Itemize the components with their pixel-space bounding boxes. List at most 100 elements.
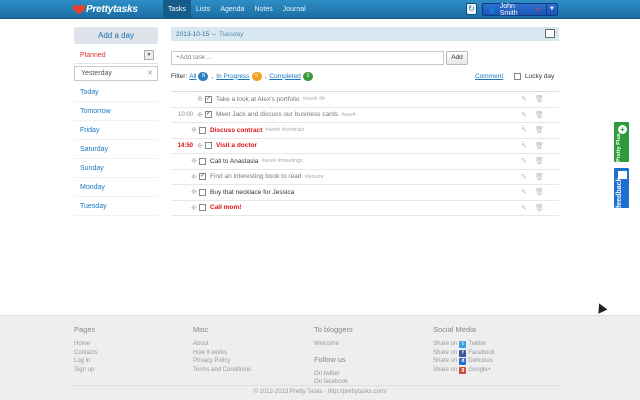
trash-icon[interactable]: 🗑	[535, 157, 544, 165]
nav-tab-lists[interactable]: Lists	[191, 0, 215, 19]
feedback-widget[interactable]: feedback	[613, 167, 630, 209]
print-icon[interactable]	[545, 29, 555, 38]
drag-handle-icon[interactable]: ✥	[191, 126, 197, 134]
task-checkbox[interactable]	[205, 142, 212, 150]
footer-link-sign-up[interactable]: Sign up	[74, 366, 98, 375]
filter-label: Filter:	[171, 72, 188, 80]
trash-icon[interactable]: 🗑	[535, 95, 544, 103]
task-text[interactable]: Take a look at Alex's portfolio	[216, 96, 300, 103]
task-text[interactable]: Discuss contract	[210, 127, 262, 134]
pretty-plus-widget[interactable]: + Pretty Plus	[613, 121, 630, 163]
drag-handle-icon[interactable]: ✥	[197, 142, 203, 150]
sidebar-day-tomorrow[interactable]: Tomorrow	[74, 102, 158, 121]
task-text[interactable]: Call to Anastasia	[210, 158, 258, 165]
filter-bar: Filter: All 8, In Progress 5, Completed 3 Comm…	[171, 70, 559, 82]
share-link-google[interactable]: Share on g Google+	[433, 366, 495, 375]
expand-toggle[interactable]: ▼	[144, 50, 154, 60]
pencil-icon[interactable]: ✎	[521, 173, 527, 181]
sidebar-day-sunday[interactable]: Sunday	[74, 159, 158, 178]
pencil-icon[interactable]: ✎	[521, 188, 527, 196]
task-text[interactable]: Find an interesting book to read	[210, 173, 301, 180]
task-tags[interactable]: #work #contract	[265, 127, 304, 133]
user-icon: 👤	[488, 6, 497, 14]
footer-link-welcome[interactable]: Welcome	[314, 340, 353, 349]
footer-link-terms-and-conditions[interactable]: Terms and Conditions	[193, 366, 251, 375]
sidebar-day-tuesday[interactable]: Tuesday	[74, 197, 158, 216]
chevron-down-icon[interactable]: ▼	[546, 4, 557, 15]
share-link-facebook[interactable]: Share on f Facebook	[433, 349, 495, 358]
add-day-button[interactable]: Add a day	[74, 27, 158, 44]
drag-handle-icon[interactable]: ✥	[191, 173, 197, 181]
trash-icon[interactable]: 🗑	[535, 142, 544, 150]
task-checkbox[interactable]	[199, 204, 206, 212]
footer-link-how-it-works[interactable]: How it works	[193, 349, 251, 358]
drag-handle-icon[interactable]: ✥	[197, 95, 203, 103]
add-task-input[interactable]: +Add task ...	[171, 51, 444, 65]
share-link-twitter[interactable]: Share on t Twitter	[433, 340, 495, 349]
task-text[interactable]: Call mom!	[210, 204, 241, 211]
trash-icon[interactable]: 🗑	[535, 111, 544, 119]
task-text[interactable]: Buy that necklace for Jessica	[210, 189, 294, 196]
refresh-button[interactable]: ↻	[466, 3, 477, 15]
drag-handle-icon[interactable]: ✥	[191, 204, 197, 212]
pencil-icon[interactable]: ✎	[521, 111, 527, 119]
filter-in-progress[interactable]: In Progress	[216, 73, 249, 80]
task-text[interactable]: Meet Jack and discuss our business cards	[216, 111, 338, 118]
task-checkbox[interactable]: ✓	[199, 173, 206, 181]
footer: Pages Home Contacts Log in Sign up Misc Abo…	[0, 315, 640, 400]
trash-icon[interactable]: 🗑	[535, 173, 544, 181]
task-checkbox[interactable]: ✓	[205, 95, 212, 103]
drag-handle-icon[interactable]: ✥	[191, 157, 197, 165]
add-task-button[interactable]: Add	[446, 51, 468, 65]
task-checkbox[interactable]	[199, 188, 206, 196]
share-prefix: Share on	[433, 358, 458, 365]
delicious-icon: d	[459, 358, 467, 366]
pencil-icon[interactable]: ✎	[521, 126, 527, 134]
trash-icon[interactable]: 🗑	[535, 204, 544, 212]
task-tags[interactable]: #leisure	[304, 174, 323, 180]
day-selector-input[interactable]: Yesterday ✕	[74, 66, 158, 81]
task-checkbox[interactable]	[199, 126, 206, 134]
pencil-icon[interactable]: ✎	[521, 142, 527, 150]
nav-tab-notes[interactable]: Notes	[249, 0, 277, 19]
heart-icon	[74, 5, 84, 15]
lucky-day-checkbox[interactable]	[514, 72, 521, 80]
task-row: ✥ ✓ Find an interesting book to read #leisu…	[171, 170, 559, 185]
task-tags[interactable]: #work #tr	[303, 96, 326, 102]
lucky-day-toggle[interactable]: Lucky day	[514, 72, 554, 80]
sidebar-day-friday[interactable]: Friday	[74, 121, 158, 140]
pencil-icon[interactable]: ✎	[521, 157, 527, 165]
logo[interactable]: Prettytasks	[74, 3, 138, 16]
comment-link[interactable]: Comment	[475, 73, 503, 80]
drag-handle-icon[interactable]: ✥	[191, 188, 197, 196]
pencil-icon[interactable]: ✎	[521, 95, 527, 103]
task-tags[interactable]: #work	[341, 112, 356, 118]
footer-link-on-twitter[interactable]: On twitter	[314, 370, 353, 379]
user-menu-button[interactable]: 👤 John Smith ➚ ▼	[482, 3, 558, 17]
task-tags[interactable]: #work #meetings	[261, 158, 303, 164]
nav-tab-agenda[interactable]: Agenda	[215, 0, 249, 19]
share-link-delicious[interactable]: Share on d Delicious	[433, 357, 495, 366]
footer-link-home[interactable]: Home	[74, 340, 98, 349]
nav-tab-journal[interactable]: Journal	[278, 0, 311, 19]
task-text[interactable]: Visit a doctor	[216, 142, 257, 149]
filter-all[interactable]: All	[189, 73, 196, 80]
footer-link-about[interactable]: About	[193, 340, 251, 349]
footer-link-log-in[interactable]: Log in	[74, 357, 98, 366]
sidebar-day-saturday[interactable]: Saturday	[74, 140, 158, 159]
close-icon[interactable]: ✕	[147, 67, 153, 80]
nav-tab-tasks[interactable]: Tasks	[163, 0, 191, 19]
planned-item[interactable]: Planned ▼	[74, 47, 158, 64]
footer-link-contacts[interactable]: Contacts	[74, 349, 98, 358]
task-checkbox[interactable]	[199, 157, 206, 165]
task-checkbox[interactable]: ✓	[205, 111, 212, 119]
filter-completed[interactable]: Completed	[269, 73, 300, 80]
separator: ,	[264, 72, 267, 80]
drag-handle-icon[interactable]: ✥	[197, 111, 203, 119]
trash-icon[interactable]: 🗑	[535, 188, 544, 196]
pencil-icon[interactable]: ✎	[521, 204, 527, 212]
sidebar-day-monday[interactable]: Monday	[74, 178, 158, 197]
trash-icon[interactable]: 🗑	[535, 126, 544, 134]
footer-link-privacy-policy[interactable]: Privacy Policy	[193, 357, 251, 366]
sidebar-day-today[interactable]: Today	[74, 83, 158, 102]
